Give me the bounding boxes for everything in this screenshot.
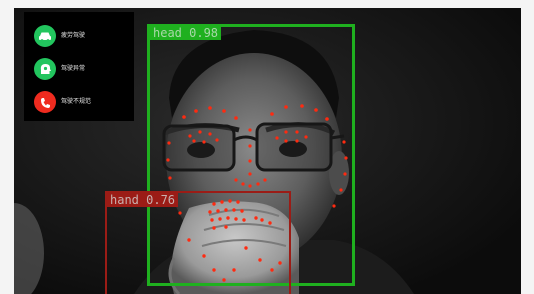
status-label-irregular-driving: 驾驶不规范 xyxy=(61,98,92,105)
camera-frame: head 0.98 hand 0.76 疲劳驾驶 驾驶异常 驾驶不规范 xyxy=(14,8,521,294)
phone-icon xyxy=(34,91,56,113)
car-icon xyxy=(34,25,56,47)
head-icon xyxy=(34,58,56,80)
status-item-fatigue-driving: 疲劳驾驶 xyxy=(34,25,134,47)
status-panel: 疲劳驾驶 驾驶异常 驾驶不规范 xyxy=(24,12,134,121)
status-label-fatigue-driving: 疲劳驾驶 xyxy=(61,32,86,39)
status-item-abnormal-driving: 驾驶异常 xyxy=(34,58,134,80)
status-item-irregular-driving: 驾驶不规范 xyxy=(34,91,134,113)
hand-detection-label: hand 0.76 xyxy=(107,193,179,207)
status-label-abnormal-driving: 驾驶异常 xyxy=(61,65,86,72)
head-detection-label: head 0.98 xyxy=(150,26,222,40)
